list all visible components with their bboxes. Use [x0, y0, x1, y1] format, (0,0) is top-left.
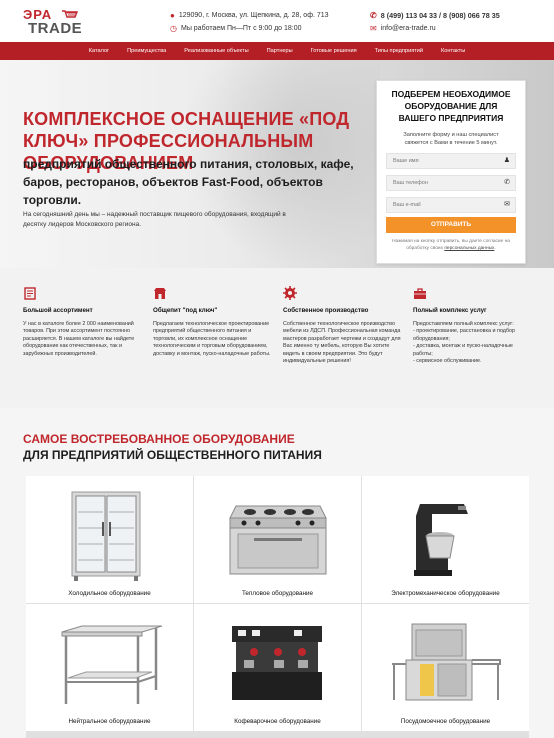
catalog-icon — [24, 287, 36, 300]
category-label[interactable]: Электромеханическое оборудование — [362, 590, 529, 597]
popular-equipment-section: САМОЕ ВОСТРЕБОВАННОЕ ОБОРУДОВАНИЕ ДЛЯ ПР… — [0, 408, 554, 738]
phone-input[interactable]: Ваш телефон ✆ — [386, 175, 516, 191]
toolbox-icon — [414, 288, 426, 299]
category-card-refrigeration[interactable]: Холодильное оборудование — [26, 476, 193, 603]
shop-icon — [154, 288, 166, 299]
hours-text: Мы работаем Пн—Пт с 9:00 до 18:00 — [180, 25, 302, 32]
gear-icon — [283, 286, 297, 300]
feature-services: Полный комплекс услуг Предоставляем полн… — [413, 286, 531, 365]
cart-logo-icon — [62, 10, 78, 18]
form-title: ПОДБЕРЕМ НЕОБХОДИМОЕ ОБОРУДОВАНИЕ ДЛЯ ВА… — [391, 89, 511, 123]
category-card-thermal[interactable]: Тепловое оборудование — [194, 476, 361, 603]
category-label[interactable]: Кофеварочное оборудование — [194, 718, 361, 725]
nav-contacts[interactable]: Контакты — [432, 42, 474, 60]
popular-title-red: САМОЕ ВОСТРЕБОВАННОЕ ОБОРУДОВАНИЕ — [23, 432, 295, 446]
feature-turnkey: Общепит "под ключ" Предлагаем технологич… — [153, 286, 271, 358]
feature-title: Общепит "под ключ" — [153, 307, 218, 314]
nav-business-types[interactable]: Типы предприятий — [366, 42, 432, 60]
nav-partners[interactable]: Партнеры — [258, 42, 302, 60]
category-label[interactable]: Тепловое оборудование — [194, 590, 361, 597]
phone-text[interactable]: 8 (499) 113 04 33 / 8 (908) 066 78 35 — [381, 11, 500, 20]
feature-production: Собственное производство Собственное тех… — [283, 286, 401, 365]
feature-text: У нас в каталоге более 2 000 наименовани… — [23, 321, 135, 357]
category-label[interactable]: Нейтральное оборудование — [26, 718, 193, 725]
feature-assortment: Большой ассортимент У нас в каталоге бол… — [23, 286, 141, 358]
address-line: ● 129090, г. Москва, ул. Щепкина, д. 28,… — [170, 11, 329, 20]
location-pin-icon: ● — [170, 11, 175, 20]
main-nav: Каталог Преимущества Реализованные объек… — [0, 42, 554, 60]
dishwasher-image — [392, 623, 501, 701]
feature-text: Предоставляем полный комплекс услуг: - п… — [413, 321, 516, 365]
category-card-neutral[interactable]: Нейтральное оборудование — [26, 604, 193, 731]
clock-icon: ◷ — [170, 24, 177, 33]
feature-text: Собственное технологическое производство… — [283, 321, 401, 365]
features-section: Большой ассортимент У нас в каталоге бол… — [0, 268, 554, 408]
name-placeholder: Ваше имя — [393, 158, 419, 164]
mail-icon: ✉ — [370, 24, 377, 33]
hero-subtitle: предприятий общественного питания, столо… — [23, 157, 354, 207]
category-card-electromechanical[interactable]: Электромеханическое оборудование — [362, 476, 529, 603]
feature-title: Большой ассортимент — [23, 307, 93, 314]
logo-bottom-text: TRADE — [28, 20, 83, 37]
category-label[interactable]: Холодильное оборудование — [26, 590, 193, 597]
category-label[interactable]: Посудомоечное оборудование — [362, 718, 529, 725]
equipment-grid: Холодильное оборудование Тепловое оборуд… — [26, 476, 529, 738]
hero-text: На сегодняшний день мы – надежный постав… — [23, 211, 286, 228]
refrigerator-image — [71, 491, 141, 581]
phone-placeholder: Ваш телефон — [393, 180, 428, 186]
stove-image — [229, 505, 327, 575]
nav-advantages[interactable]: Преимущества — [118, 42, 175, 60]
consent-suffix: . — [494, 246, 496, 251]
user-icon: ♟ — [503, 157, 510, 164]
hours-line: ◷ Мы работаем Пн—Пт с 9:00 до 18:00 — [170, 24, 302, 33]
popular-title-dark: ДЛЯ ПРЕДПРИЯТИЙ ОБЩЕСТВЕННОГО ПИТАНИЯ — [23, 448, 322, 462]
coffee-machine-image — [232, 626, 322, 700]
feature-text: Предлагаем технологическое проектировани… — [153, 321, 271, 357]
nav-catalog[interactable]: Каталог — [80, 42, 118, 60]
phone-field-icon: ✆ — [504, 179, 510, 186]
email-input[interactable]: Ваш e-mail ✉ — [386, 197, 516, 213]
email-text[interactable]: info@era-trade.ru — [381, 25, 436, 32]
phone-icon: ✆ — [370, 11, 377, 20]
callback-form: ПОДБЕРЕМ НЕОБХОДИМОЕ ОБОРУДОВАНИЕ ДЛЯ ВА… — [376, 80, 526, 264]
form-subtitle: Заполните форму и наш специалист свяжетс… — [403, 132, 499, 146]
email-line[interactable]: ✉ info@era-trade.ru — [370, 24, 436, 33]
site-header: ЭРА TRADE ● 129090, г. Москва, ул. Щепки… — [0, 0, 554, 42]
privacy-link[interactable]: персональных данных — [444, 246, 494, 251]
address-text: 129090, г. Москва, ул. Щепкина, д. 28, о… — [178, 12, 329, 19]
email-placeholder: Ваш e-mail — [393, 202, 421, 208]
category-card-coffee[interactable]: Кофеварочное оборудование — [194, 604, 361, 731]
steel-table-image — [61, 625, 163, 704]
submit-button[interactable]: ОТПРАВИТЬ — [386, 217, 516, 233]
nav-projects[interactable]: Реализованные объекты — [175, 42, 257, 60]
consent-note: Нажимая на кнопку отправить, вы даете со… — [377, 238, 525, 252]
category-card-dishwashing[interactable]: Посудомоечное оборудование — [362, 604, 529, 731]
feature-title: Собственное производство — [283, 307, 369, 314]
name-input[interactable]: Ваше имя ♟ — [386, 153, 516, 169]
nav-solutions[interactable]: Готовые решения — [302, 42, 366, 60]
phone-line[interactable]: ✆ 8 (499) 113 04 33 / 8 (908) 066 78 35 — [370, 11, 500, 20]
logo[interactable]: ЭРА TRADE — [22, 7, 82, 37]
mixer-image — [414, 504, 468, 576]
feature-title: Полный комплекс услуг — [413, 307, 487, 314]
mail-field-icon: ✉ — [504, 201, 510, 208]
